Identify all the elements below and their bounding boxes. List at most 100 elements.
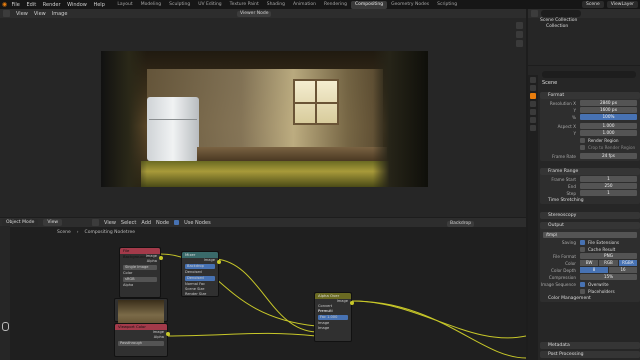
aspect-y-label: Y <box>573 130 576 136</box>
render-layers-node[interactable]: Viewport Color Image Alpha Passthrough <box>114 323 170 357</box>
resolution-percent-field[interactable]: 100% <box>580 114 637 120</box>
resolution-y-field[interactable]: 1600 px <box>580 107 637 113</box>
tab-rendering[interactable]: Rendering <box>320 1 351 9</box>
render-tab-icon[interactable] <box>530 85 536 91</box>
render-layers-socket-icon[interactable] <box>166 332 170 336</box>
editor-type-icon[interactable] <box>3 10 10 17</box>
overwrite-checkbox[interactable] <box>580 281 585 287</box>
frame-range-panel: Frame Range Frame Start 1 End 250 Step 1 Ti… <box>540 168 640 204</box>
color-depth-16[interactable]: 16 <box>609 267 637 273</box>
cache-result-label: Cache Result <box>588 246 616 252</box>
menu-render[interactable]: Render <box>40 2 63 8</box>
mixer-option-denoised[interactable]: Denoised <box>182 270 218 275</box>
menu-help[interactable]: Help <box>91 2 107 8</box>
aspect-y-field[interactable]: 1.000 <box>580 130 637 136</box>
color-space-field[interactable]: sRGB <box>123 277 157 282</box>
scene-selector[interactable]: Scene <box>582 1 604 8</box>
post-processing-panel: Post Processing <box>540 351 640 358</box>
outliner-collection[interactable]: Collection <box>528 24 640 30</box>
render-region-label: Render Region <box>588 137 619 143</box>
tab-scripting[interactable]: Scripting <box>433 1 461 9</box>
alpha-over-node[interactable]: Alpha Over Image Convert Premulti Premul… <box>314 292 354 342</box>
mixer-socket-icon[interactable] <box>217 260 221 264</box>
color-mode-rgba[interactable]: RGBA <box>618 260 637 266</box>
single-image-field[interactable]: Single Image <box>123 265 157 270</box>
world-tab-icon[interactable] <box>530 117 536 123</box>
node-editor: Object Mode View View Select Add Node Us… <box>0 218 526 360</box>
color-depth-8[interactable]: 8 <box>580 267 608 273</box>
tool-tab-icon[interactable] <box>530 77 536 83</box>
outliner-search-icon[interactable] <box>541 10 581 17</box>
image-menu-image[interactable]: Image <box>52 11 68 17</box>
tab-layout[interactable]: Layout <box>113 1 136 9</box>
tab-texture-paint[interactable]: Texture Paint <box>226 1 263 9</box>
format-panel: Format Resolution X 2840 px Y 1600 px % 100… <box>540 92 640 161</box>
frame-start-field[interactable]: 1 <box>580 176 637 182</box>
node-links <box>159 253 526 359</box>
image-sequence-label: Image Sequence <box>540 281 576 287</box>
mixer-node[interactable]: Mixer Image Backdrop Denoised Denoised N… <box>181 251 221 297</box>
frame-start-label: Frame Start <box>551 176 576 182</box>
collection-tab-icon[interactable] <box>530 125 536 131</box>
tab-compositing[interactable]: Compositing <box>350 0 388 9</box>
kitchen-counter <box>197 147 387 161</box>
menu-window[interactable]: Window <box>65 2 90 8</box>
tab-animation[interactable]: Animation <box>289 1 320 9</box>
color-mode-bw[interactable]: BW <box>580 260 599 266</box>
aspect-x-field[interactable]: 1.000 <box>580 123 637 129</box>
file-background-node[interactable]: File Background.png Image Alpha Single I… <box>119 247 163 298</box>
blender-logo-icon[interactable]: ◉ <box>0 0 9 9</box>
scene-tab-icon[interactable] <box>530 109 536 115</box>
stereoscopy-panel-header[interactable]: Stereoscopy <box>540 212 640 219</box>
properties-search-input[interactable] <box>542 71 636 78</box>
image-socket-icon[interactable] <box>159 256 163 260</box>
color-mode-rgb[interactable]: RGB <box>599 260 618 266</box>
menu-file[interactable]: File <box>9 2 22 8</box>
tab-modeling[interactable]: Modeling <box>137 1 165 9</box>
file-format-dropdown[interactable]: PNG <box>580 253 637 259</box>
menu-edit[interactable]: Edit <box>24 2 39 8</box>
frame-rate-dropdown[interactable]: 24 fps <box>580 153 637 159</box>
time-stretching-subpanel[interactable]: Time Stretching <box>540 197 640 204</box>
image-menu-view[interactable]: View <box>16 11 28 17</box>
tab-shading[interactable]: Shading <box>263 1 289 9</box>
alpha-mode-label: Alpha <box>123 283 134 287</box>
fac-field[interactable]: Fac 1.000 <box>318 315 348 320</box>
cache-result-checkbox[interactable] <box>580 246 585 252</box>
image-menu-view-2[interactable]: View <box>34 11 46 17</box>
view-layer-selector[interactable]: ViewLayer <box>606 1 638 8</box>
post-processing-panel-header[interactable]: Post Processing <box>540 351 640 358</box>
render-region-checkbox[interactable] <box>580 137 585 143</box>
mixer-option-render-size[interactable]: Render Size <box>182 292 218 297</box>
mixer-option-backdrop[interactable]: Backdrop <box>185 264 215 269</box>
output-tab-icon[interactable] <box>530 93 536 99</box>
hand-icon[interactable] <box>516 31 523 38</box>
outliner-type-icon[interactable] <box>531 10 538 17</box>
output-path-field[interactable]: /tmp\ <box>543 232 637 238</box>
tab-sculpting[interactable]: Sculpting <box>165 1 194 9</box>
alpha-over-socket-icon[interactable] <box>350 301 354 305</box>
format-panel-header[interactable]: Format <box>540 92 640 99</box>
viewer-node-selector[interactable]: Viewer Node <box>237 11 272 17</box>
color-management-subpanel[interactable]: Color Management <box>540 295 640 302</box>
passthrough-field[interactable]: Passthrough <box>118 341 164 346</box>
tab-geometry-nodes[interactable]: Geometry Nodes <box>387 1 433 9</box>
frame-step-field[interactable]: 1 <box>580 190 637 196</box>
mixer-option-denoised-2[interactable]: Denoised <box>185 276 215 281</box>
metadata-panel-header[interactable]: Metadata <box>540 342 640 349</box>
placeholders-checkbox[interactable] <box>580 288 585 294</box>
main-menu: File Edit Render Window Help <box>9 2 107 8</box>
resolution-x-field[interactable]: 2840 px <box>580 100 637 106</box>
frame-range-panel-header[interactable]: Frame Range <box>540 168 640 175</box>
thumbnail-node[interactable] <box>114 298 168 330</box>
zoom-icon[interactable] <box>516 22 523 29</box>
crop-region-checkbox[interactable] <box>580 144 585 150</box>
frame-end-field[interactable]: 250 <box>580 183 637 189</box>
camera-icon[interactable] <box>516 40 523 47</box>
premul-label[interactable]: Premul <box>315 309 351 314</box>
file-extensions-checkbox[interactable] <box>580 239 585 245</box>
tab-uv-editing[interactable]: UV Editing <box>194 1 225 9</box>
compression-slider[interactable]: 15% <box>580 274 637 280</box>
output-panel-header[interactable]: Output <box>540 222 640 229</box>
view-layer-tab-icon[interactable] <box>530 101 536 107</box>
